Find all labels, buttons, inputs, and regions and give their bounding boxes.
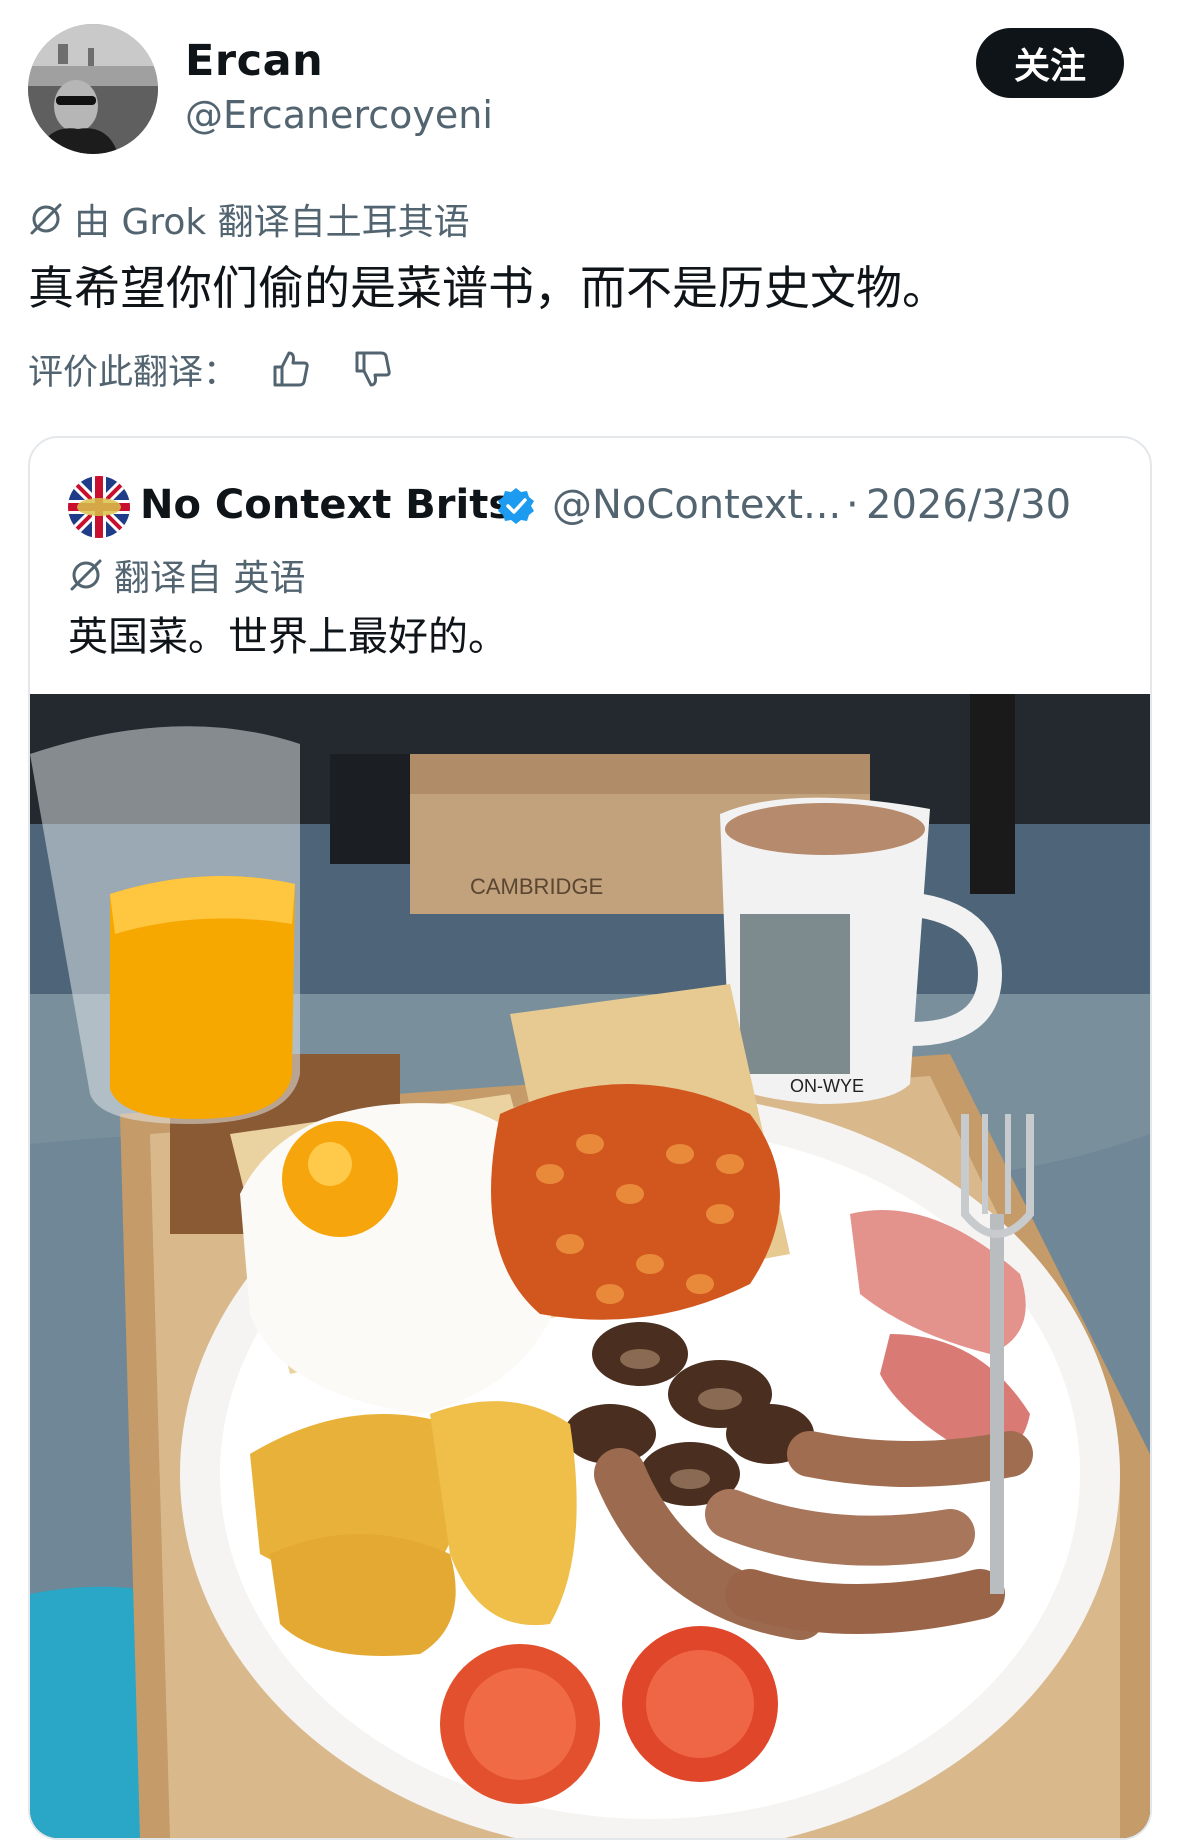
thumbs-down-button[interactable]	[346, 344, 398, 394]
tweet-text: 真希望你们偷的是菜谱书，而不是历史文物。	[28, 261, 948, 315]
author-name[interactable]: Ercan	[185, 36, 323, 86]
box-label: CAMBRIDGE	[470, 874, 603, 899]
meta-separator: ·	[846, 482, 859, 528]
translation-attribution: 由 Grok 翻译自土耳其语	[28, 196, 470, 243]
mug-label: ON-WYE	[790, 1076, 864, 1096]
verified-badge	[496, 486, 536, 530]
quoted-author-handle[interactable]: @NoContext...	[552, 482, 841, 528]
translation-label: 由 Grok 翻译自土耳其语	[74, 202, 470, 243]
translate-icon	[70, 559, 102, 591]
translate-icon	[30, 203, 62, 235]
rate-label: 评价此翻译：	[28, 352, 239, 393]
quoted-author-name[interactable]: No Context Brits	[140, 482, 512, 528]
quoted-tweet-photo[interactable]: CAMBRIDGE ON-WYE	[30, 694, 1150, 1838]
author-avatar[interactable]	[28, 24, 158, 154]
thumbs-down-icon	[355, 351, 391, 387]
verified-badge-icon	[498, 488, 534, 524]
quoted-translation-attribution: 翻译自 英语	[68, 552, 306, 599]
follow-button[interactable]: 关注	[976, 28, 1124, 98]
quoted-translation-label: 翻译自 英语	[114, 558, 306, 599]
quoted-tweet-date[interactable]: 2026/3/30	[866, 482, 1071, 528]
quoted-tweet-text: 英国菜。世界上最好的。	[68, 614, 508, 660]
quoted-tweet-card[interactable]: No Context Brits @NoContext... · 2026/3/…	[28, 436, 1152, 1840]
author-handle[interactable]: @Ercanercoyeni	[185, 93, 493, 137]
thumbs-up-icon	[273, 351, 309, 387]
quoted-author-avatar[interactable]	[68, 476, 130, 538]
rate-translation: 评价此翻译：	[28, 344, 398, 394]
thumbs-up-button[interactable]	[264, 344, 316, 394]
